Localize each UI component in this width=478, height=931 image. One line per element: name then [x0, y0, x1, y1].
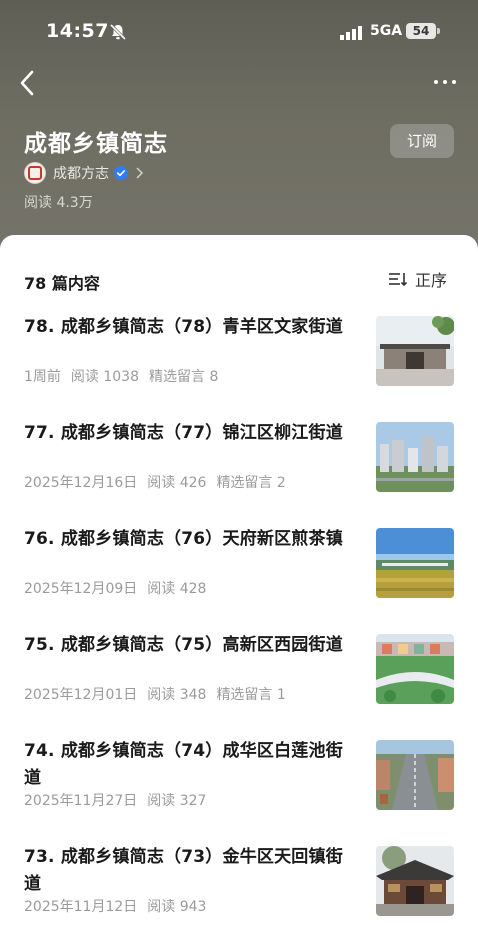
status-time: 14:57: [46, 20, 109, 42]
status-bar: 14:57 5GA 54: [0, 0, 478, 62]
sort-label: 正序: [415, 271, 448, 290]
article-title: 78. 成都乡镇简志（78）青羊区文家街道: [24, 317, 343, 337]
article-date: 2025年12月01日: [24, 687, 138, 703]
network-label: 5GA: [370, 23, 403, 39]
more-dot-icon: [452, 80, 456, 84]
article-title: 76. 成都乡镇简志（76）天府新区煎茶镇: [24, 529, 343, 549]
article-count: 78 篇内容: [24, 274, 100, 293]
article-date: 2025年11月27日: [24, 793, 138, 809]
more-options-button[interactable]: [428, 70, 462, 94]
sort-icon: [389, 273, 408, 287]
author-link[interactable]: 成都方志: [24, 162, 143, 184]
article-thumbnail: [376, 634, 454, 704]
sort-button[interactable]: 正序: [388, 268, 447, 290]
article-reads: 阅读 428: [147, 581, 207, 597]
article-reads: 阅读 426: [147, 475, 207, 491]
article-date: 2025年12月16日: [24, 475, 138, 491]
article-title: 74. 成都乡镇简志（74）成华区白莲池街道: [24, 741, 343, 788]
article-date: 2025年12月09日: [24, 581, 138, 597]
article-item[interactable]: 77. 成都乡镇简志（77）锦江区柳江街道 2025年12月16日 阅读 426 精…: [0, 412, 478, 512]
verified-icon: [114, 166, 128, 180]
back-button[interactable]: [14, 66, 44, 100]
bell-mute-icon: [109, 23, 127, 41]
subscribe-button[interactable]: 订阅: [390, 124, 454, 158]
page-title: 成都乡镇简志: [24, 131, 168, 157]
article-reads: 阅读 327: [147, 793, 207, 809]
article-comments: 精选留言 1: [216, 687, 286, 703]
article-item[interactable]: 73. 成都乡镇简志（73）金牛区天回镇街道 2025年11月12日 阅读 943: [0, 836, 478, 931]
article-title: 75. 成都乡镇简志（75）高新区西园街道: [24, 635, 343, 655]
article-meta: 2025年12月01日 阅读 348 精选留言 1: [24, 684, 364, 704]
avatar: [24, 162, 46, 184]
article-meta: 2025年11月12日 阅读 943: [24, 896, 364, 916]
article-thumbnail: [376, 528, 454, 598]
article-thumbnail: [376, 422, 454, 492]
article-date: 1周前: [24, 369, 61, 385]
article-comments: 精选留言 2: [216, 475, 286, 491]
article-meta: 2025年12月16日 阅读 426 精选留言 2: [24, 472, 364, 492]
article-title: 73. 成都乡镇简志（73）金牛区天回镇街道: [24, 847, 343, 894]
article-thumbnail: [376, 316, 454, 386]
article-item[interactable]: 78. 成都乡镇简志（78）青羊区文家街道 1周前 阅读 1038 精选留言 8: [0, 306, 478, 406]
article-thumbnail: [376, 740, 454, 810]
battery-indicator: 54: [406, 23, 436, 39]
article-comments: 精选留言 8: [149, 369, 219, 385]
more-dot-icon: [434, 80, 438, 84]
article-meta: 2025年12月09日 阅读 428: [24, 578, 364, 598]
article-meta: 2025年11月27日 阅读 327: [24, 790, 364, 810]
seal-icon: [28, 166, 42, 180]
article-item[interactable]: 74. 成都乡镇简志（74）成华区白莲池街道 2025年11月27日 阅读 327: [0, 730, 478, 830]
article-date: 2025年11月12日: [24, 899, 138, 915]
article-item[interactable]: 75. 成都乡镇简志（75）高新区西园街道 2025年12月01日 阅读 348 精…: [0, 624, 478, 724]
article-item[interactable]: 76. 成都乡镇简志（76）天府新区煎茶镇 2025年12月09日 阅读 428: [0, 518, 478, 618]
author-name: 成都方志: [53, 166, 109, 182]
article-meta: 1周前 阅读 1038 精选留言 8: [24, 366, 364, 386]
article-thumbnail: [376, 846, 454, 916]
article-reads: 阅读 1038: [70, 369, 140, 385]
chevron-right-icon: [136, 167, 143, 179]
account-read-count: 阅读 4.3万: [24, 195, 93, 211]
more-dot-icon: [443, 80, 447, 84]
signal-icon: [340, 26, 362, 40]
article-reads: 阅读 943: [147, 899, 207, 915]
article-title: 77. 成都乡镇简志（77）锦江区柳江街道: [24, 423, 343, 443]
article-reads: 阅读 348: [147, 687, 207, 703]
battery-tip: [437, 28, 440, 34]
